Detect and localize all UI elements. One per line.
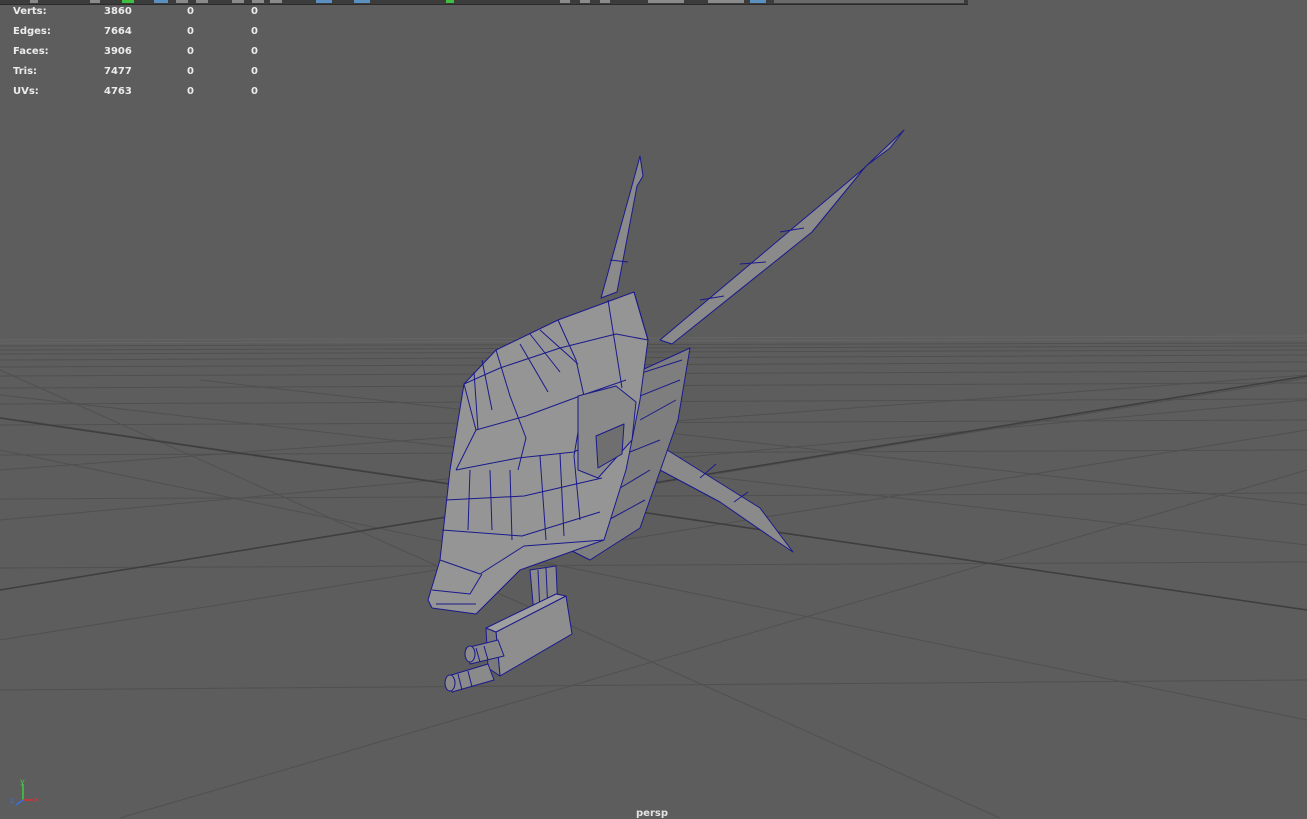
hud-value: 0 (187, 66, 194, 77)
hud-label: Faces: (13, 46, 49, 57)
toolbar-field[interactable] (648, 0, 684, 3)
hud-value: 7477 (104, 66, 132, 77)
hud-value: 3906 (104, 46, 132, 57)
hud-value: 0 (251, 6, 258, 17)
toolbar-field[interactable] (708, 0, 744, 3)
hud-label: Edges: (13, 26, 51, 37)
toolbar-field[interactable] (774, 0, 964, 3)
viewport-3d[interactable] (0, 0, 1307, 818)
shelf-toolbar-strip (0, 0, 968, 5)
toolbar-button[interactable] (354, 0, 370, 3)
toolbar-button[interactable] (30, 0, 38, 3)
toolbar-button[interactable] (176, 0, 188, 3)
hud-value: 0 (187, 86, 194, 97)
hud-label: UVs: (13, 86, 39, 97)
hud-label: Tris: (13, 66, 38, 77)
toolbar-button[interactable] (270, 0, 282, 3)
hud-row-uvs: UVs: 4763 0 0 (13, 86, 273, 106)
toolbar-button[interactable] (316, 0, 332, 3)
hud-row-tris: Tris: 7477 0 0 (13, 66, 273, 86)
toolbar-button[interactable] (90, 0, 100, 3)
toolbar-button[interactable] (122, 0, 134, 3)
hud-value: 0 (251, 46, 258, 57)
hud-value: 4763 (104, 86, 132, 97)
hud-row-faces: Faces: 3906 0 0 (13, 46, 273, 66)
toolbar-button[interactable] (252, 0, 264, 3)
hud-value: 0 (187, 26, 194, 37)
x-axis-label: x (34, 795, 39, 804)
z-axis-line (15, 799, 24, 806)
toolbar-button[interactable] (446, 0, 454, 3)
hud-value: 0 (251, 26, 258, 37)
hud-value: 0 (251, 66, 258, 77)
axis-gizmo: y x z (10, 777, 39, 806)
toolbar-button[interactable] (560, 0, 570, 3)
y-axis-label: y (20, 777, 25, 786)
hud-row-edges: Edges: 7664 0 0 (13, 26, 273, 46)
poly-count-hud: Verts: 3860 0 0 Edges: 7664 0 0 Faces: 3… (13, 6, 273, 106)
hud-value: 0 (187, 46, 194, 57)
hud-value: 0 (251, 86, 258, 97)
hud-label: Verts: (13, 6, 47, 17)
z-axis-label: z (10, 796, 14, 805)
toolbar-button[interactable] (232, 0, 244, 3)
toolbar-button[interactable] (600, 0, 610, 3)
toolbar-button[interactable] (750, 0, 766, 3)
hud-row-verts: Verts: 3860 0 0 (13, 6, 273, 26)
hud-value: 7664 (104, 26, 132, 37)
toolbar-button[interactable] (154, 0, 168, 3)
hud-value: 0 (187, 6, 194, 17)
toolbar-button[interactable] (196, 0, 208, 3)
toolbar-button[interactable] (580, 0, 590, 3)
camera-name-label: persp (636, 808, 668, 819)
hud-value: 3860 (104, 6, 132, 17)
